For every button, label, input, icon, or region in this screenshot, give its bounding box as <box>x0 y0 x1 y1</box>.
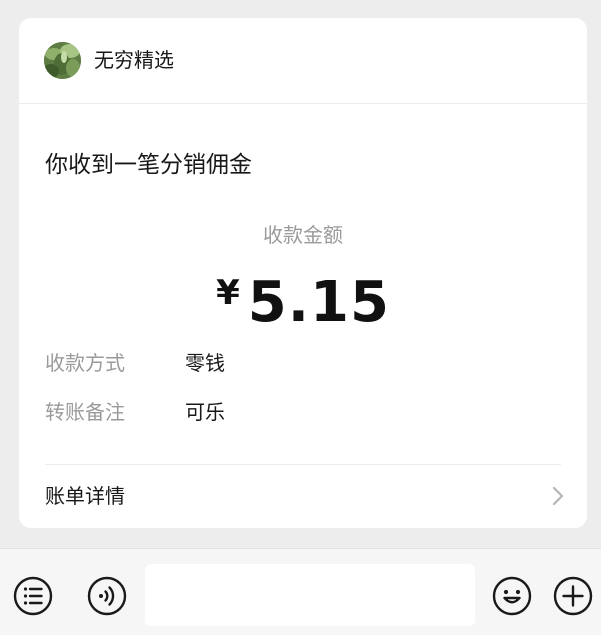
chat-input-bar <box>0 548 601 635</box>
amount-label: 收款金额 <box>263 223 343 247</box>
card-header: 无穷精选 <box>19 18 587 104</box>
payment-method-value: 零钱 <box>185 351 225 375</box>
payment-notification-card[interactable]: 无穷精选 你收到一笔分销佣金 收款金额 ¥5.15 收款方式 零钱 转账备注 可… <box>19 18 587 528</box>
sender-name[interactable]: 无穷精选 <box>94 46 174 74</box>
bill-details-link[interactable]: 账单详情 <box>19 465 587 528</box>
voice-icon[interactable] <box>86 575 128 617</box>
chevron-right-icon <box>552 486 564 506</box>
emoji-icon[interactable] <box>491 575 533 617</box>
menu-list-icon[interactable] <box>12 575 54 617</box>
transfer-note-value: 可乐 <box>185 400 225 424</box>
bill-details-label: 账单详情 <box>45 484 125 508</box>
plant-photo-avatar-icon <box>44 42 81 79</box>
currency-symbol: ¥ <box>216 273 240 313</box>
notification-title: 你收到一笔分销佣金 <box>45 152 252 178</box>
avatar[interactable] <box>44 42 81 79</box>
amount-display: ¥5.15 <box>19 268 587 338</box>
message-input[interactable] <box>145 564 475 626</box>
amount-value: 5.15 <box>247 270 390 335</box>
payment-method-label: 收款方式 <box>45 351 125 375</box>
plus-icon[interactable] <box>552 575 594 617</box>
transfer-note-label: 转账备注 <box>45 400 125 424</box>
